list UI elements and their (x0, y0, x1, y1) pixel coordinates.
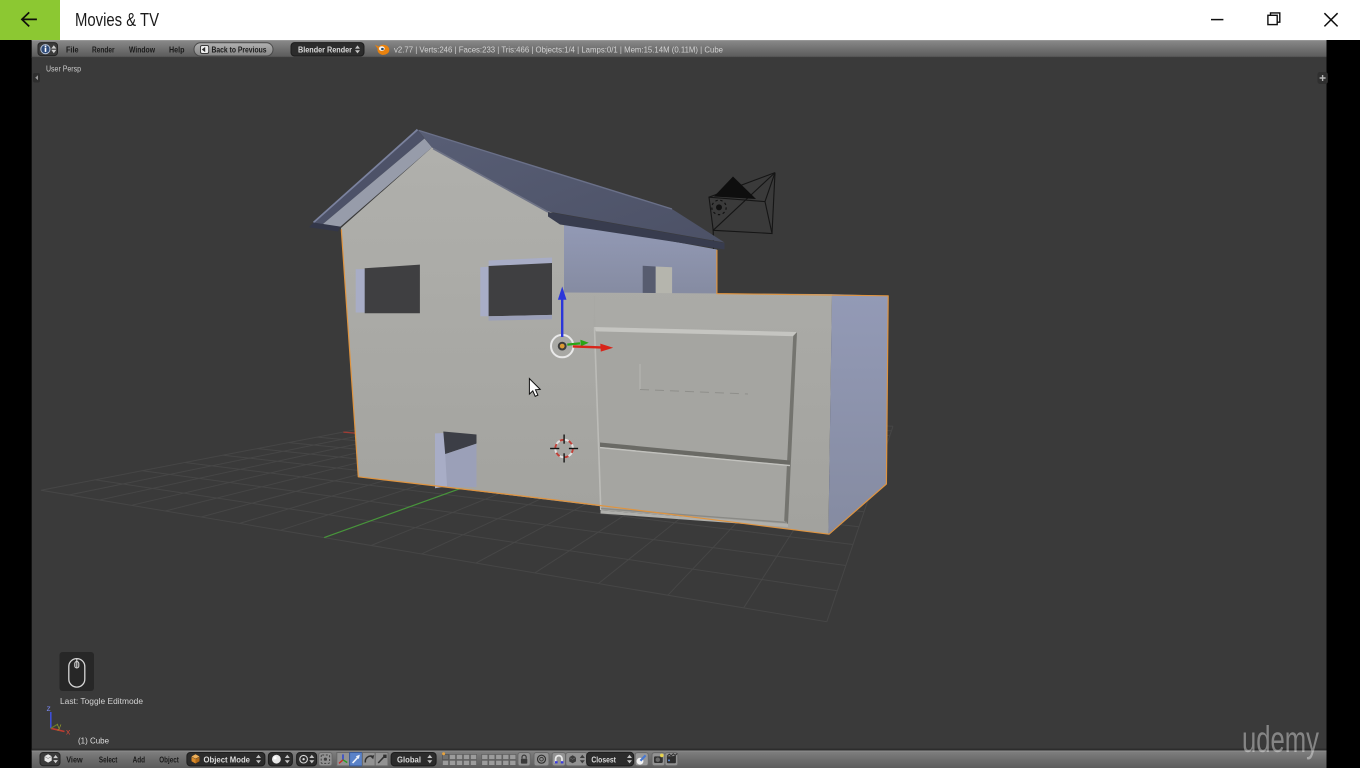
svg-text:Add: Add (133, 755, 146, 765)
svg-text:Object Mode: Object Mode (204, 754, 251, 764)
svg-text:Help: Help (169, 45, 185, 55)
svg-text:Closest: Closest (591, 754, 616, 764)
svg-text:User Persp: User Persp (46, 64, 81, 74)
svg-text:Last: Toggle Editmode: Last: Toggle Editmode (60, 696, 143, 706)
svg-text:Global: Global (397, 754, 421, 764)
svg-text:z: z (47, 703, 51, 713)
svg-text:Blender Render: Blender Render (298, 44, 353, 54)
svg-text:View: View (66, 755, 83, 765)
svg-text:Object: Object (159, 755, 179, 765)
svg-text:v2.77 | Verts:246 | Faces:233: v2.77 | Verts:246 | Faces:233 | Tris:466… (394, 44, 723, 54)
svg-text:Movies & TV: Movies & TV (75, 10, 159, 30)
svg-text:udemy: udemy (1242, 719, 1319, 760)
svg-text:Render: Render (92, 45, 115, 55)
svg-text:Back to Previous: Back to Previous (212, 44, 267, 54)
svg-text:Select: Select (99, 755, 118, 765)
svg-text:Window: Window (129, 45, 155, 55)
svg-text:File: File (66, 45, 79, 55)
svg-text:(1) Cube: (1) Cube (78, 736, 109, 746)
